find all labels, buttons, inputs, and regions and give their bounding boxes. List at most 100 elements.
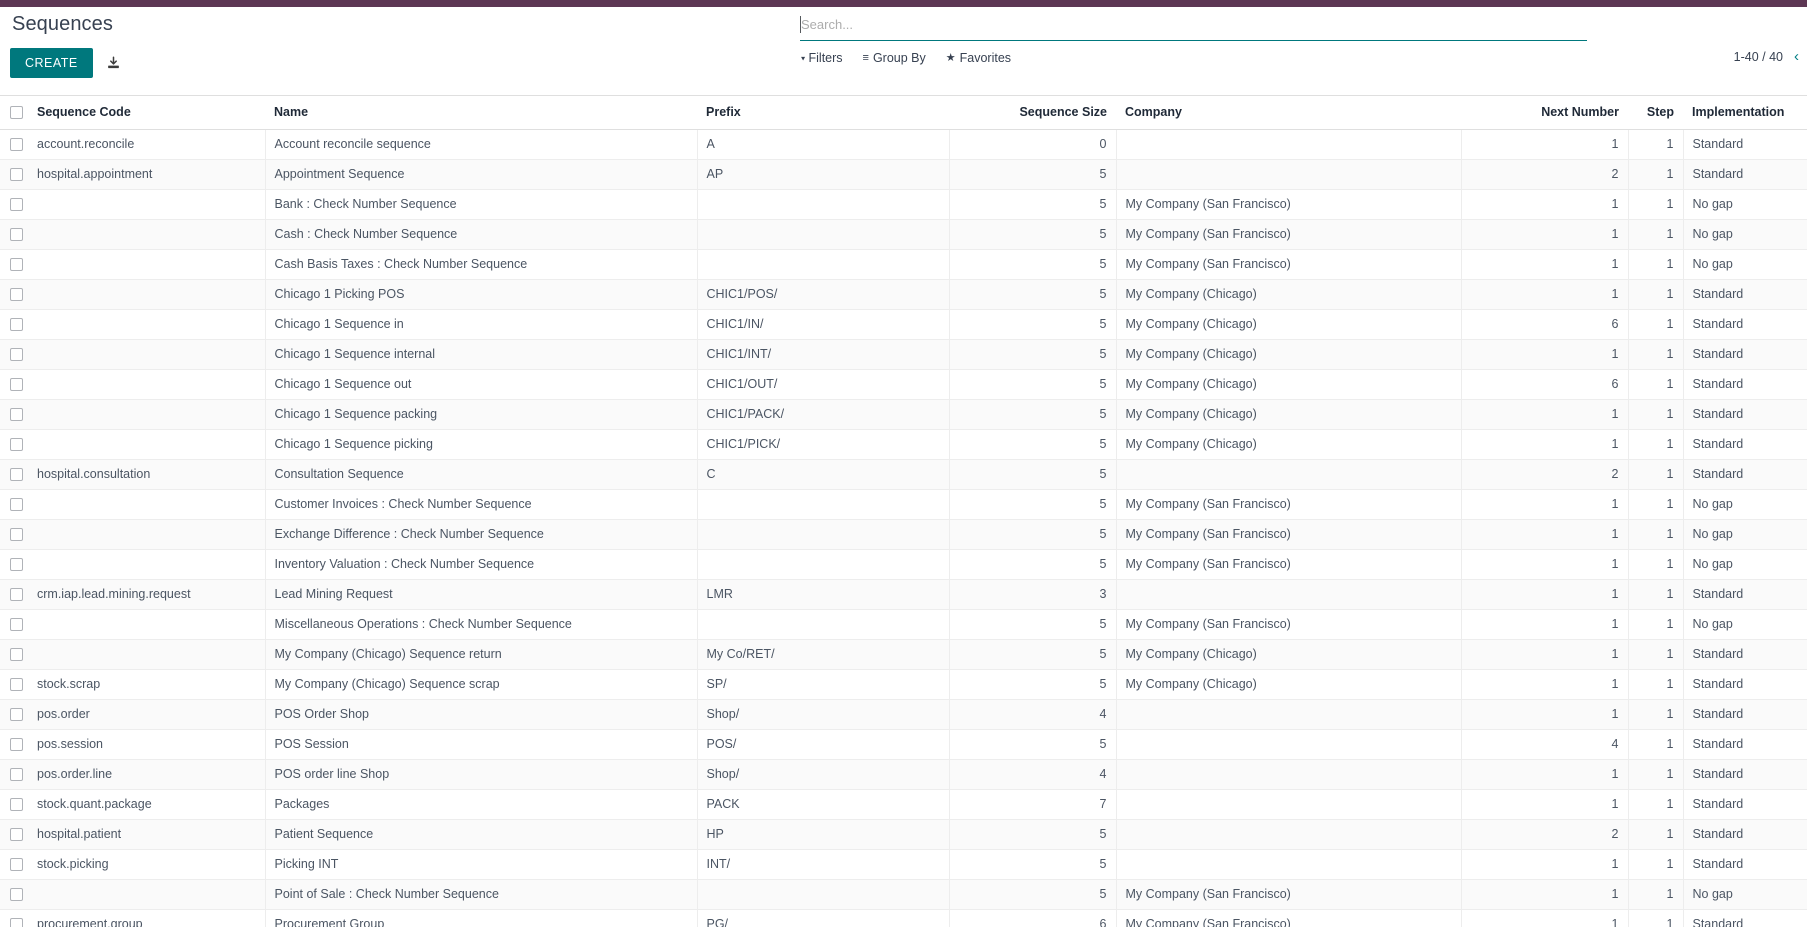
row-select-cell[interactable] [0,849,28,880]
row-checkbox[interactable] [10,167,23,181]
row-checkbox[interactable] [10,797,23,811]
table-row[interactable]: Chicago 1 Sequence packing CHIC1/PACK/5 My… [0,399,1807,430]
column-header-company[interactable]: Company [1116,96,1461,130]
row-select-cell[interactable] [0,189,28,220]
row-checkbox[interactable] [10,557,23,571]
row-select-cell[interactable] [0,399,28,430]
search-view[interactable] [800,17,1587,41]
row-checkbox[interactable] [10,467,23,481]
row-checkbox[interactable] [10,197,23,211]
table-row[interactable]: stock.picking Picking INT INT/5 1 1 Standard [0,849,1807,880]
row-select-cell[interactable] [0,459,28,490]
column-header-prefix[interactable]: Prefix [697,96,949,130]
row-select-cell[interactable] [0,129,28,160]
table-row[interactable]: hospital.patient Patient Sequence HP 5 2 1 Sta… [0,819,1807,850]
row-select-cell[interactable] [0,639,28,670]
row-select-cell[interactable] [0,519,28,550]
row-checkbox[interactable] [10,317,23,331]
select-all-checkbox[interactable] [10,105,23,119]
column-header-sequence-code[interactable]: Sequence Code [28,96,265,130]
row-checkbox[interactable] [10,587,23,601]
pager-range[interactable]: 1-40 / 40 [1734,50,1783,64]
row-select-cell[interactable] [0,369,28,400]
table-row[interactable]: account.reconcile Account reconcile seque… [0,129,1807,160]
row-select-cell[interactable] [0,159,28,190]
column-header-implementation[interactable]: Implementation [1683,96,1807,130]
row-checkbox[interactable] [10,377,23,391]
search-input[interactable] [800,17,1587,37]
column-header-next-number[interactable]: Next Number [1461,96,1628,130]
row-select-cell[interactable] [0,759,28,790]
row-checkbox[interactable] [10,707,23,721]
row-checkbox[interactable] [10,347,23,361]
row-select-cell[interactable] [0,819,28,850]
table-row[interactable]: Chicago 1 Sequence out CHIC1/OUT/5 My Comp… [0,369,1807,400]
table-row[interactable]: stock.scrap My Company (Chicago) Sequence… [0,669,1807,700]
row-checkbox[interactable] [10,647,23,661]
row-select-cell[interactable] [0,429,28,460]
row-checkbox[interactable] [10,887,23,901]
row-checkbox[interactable] [10,857,23,871]
row-select-cell[interactable] [0,279,28,310]
pager-previous-button[interactable]: ‹ [1794,49,1799,64]
filters-dropdown[interactable]: ‣ Filters [796,50,843,66]
table-row[interactable]: Exchange Difference : Check Number Seque… [0,519,1807,550]
table-row[interactable]: Cash Basis Taxes : Check Number Sequence… [0,249,1807,280]
row-select-cell[interactable] [0,879,28,910]
table-row[interactable]: Inventory Valuation : Check Number Seque… [0,549,1807,580]
table-row[interactable]: Bank : Check Number Sequence 5 My Company … [0,189,1807,220]
table-row[interactable]: crm.iap.lead.mining.request Lead Mining R… [0,579,1807,610]
row-select-cell[interactable] [0,549,28,580]
row-checkbox[interactable] [10,137,23,151]
table-row[interactable]: pos.order.line POS order line Shop Shop/4 1… [0,759,1807,790]
table-row[interactable]: Cash : Check Number Sequence 5 My Company … [0,219,1807,250]
row-select-cell[interactable] [0,699,28,730]
table-row[interactable]: Chicago 1 Sequence in CHIC1/IN/5 My Compan… [0,309,1807,340]
row-checkbox[interactable] [10,527,23,541]
row-select-cell[interactable] [0,909,28,927]
row-select-cell[interactable] [0,609,28,640]
table-row[interactable]: Chicago 1 Sequence picking CHIC1/PICK/5 My… [0,429,1807,460]
groupby-dropdown[interactable]: ≡ Group By [863,50,926,66]
row-checkbox[interactable] [10,497,23,511]
row-select-cell[interactable] [0,579,28,610]
create-button[interactable]: CREATE [10,48,93,78]
table-row[interactable]: procurement.group Procurement Group PG/6 My… [0,909,1807,927]
cell-company: My Company (San Francisco) [1116,189,1462,220]
row-checkbox[interactable] [10,287,23,301]
row-checkbox[interactable] [10,677,23,691]
row-checkbox[interactable] [10,437,23,451]
row-select-cell[interactable] [0,249,28,280]
table-row[interactable]: pos.session POS Session POS/5 4 1 Standard [0,729,1807,760]
row-select-cell[interactable] [0,669,28,700]
table-row[interactable]: Chicago 1 Picking POS CHIC1/POS/5 My Compa… [0,279,1807,310]
table-row[interactable]: My Company (Chicago) Sequence return My C… [0,639,1807,670]
row-checkbox[interactable] [10,257,23,271]
row-select-cell[interactable] [0,729,28,760]
row-checkbox[interactable] [10,767,23,781]
row-checkbox[interactable] [10,737,23,751]
favorites-dropdown[interactable]: ★ Favorites [946,50,1011,66]
download-icon[interactable] [105,54,123,72]
table-row[interactable]: Chicago 1 Sequence internal CHIC1/INT/5 My… [0,339,1807,370]
row-select-cell[interactable] [0,339,28,370]
table-row[interactable]: Point of Sale : Check Number Sequence 5 My… [0,879,1807,910]
table-row[interactable]: hospital.appointment Appointment Sequence… [0,159,1807,190]
row-checkbox[interactable] [10,407,23,421]
row-checkbox[interactable] [10,917,23,927]
row-checkbox[interactable] [10,827,23,841]
table-row[interactable]: pos.order POS Order Shop Shop/4 1 1 Standard [0,699,1807,730]
row-select-cell[interactable] [0,489,28,520]
row-select-cell[interactable] [0,789,28,820]
column-header-step[interactable]: Step [1628,96,1683,130]
table-row[interactable]: Miscellaneous Operations : Check Number … [0,609,1807,640]
column-header-name[interactable]: Name [265,96,697,130]
table-row[interactable]: hospital.consultation Consultation Sequen… [0,459,1807,490]
table-row[interactable]: Customer Invoices : Check Number Sequenc… [0,489,1807,520]
row-checkbox[interactable] [10,617,23,631]
row-select-cell[interactable] [0,309,28,340]
column-header-sequence-size[interactable]: Sequence Size [949,96,1116,130]
row-select-cell[interactable] [0,219,28,250]
row-checkbox[interactable] [10,227,23,241]
table-row[interactable]: stock.quant.package Packages PACK 7 1 1 Standa… [0,789,1807,820]
